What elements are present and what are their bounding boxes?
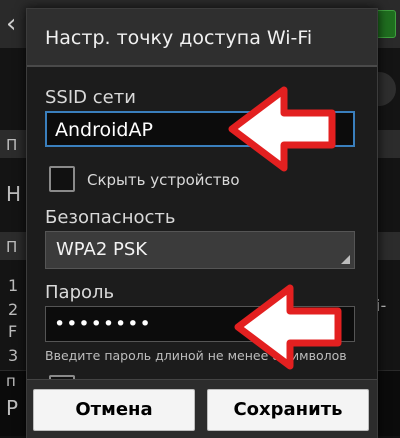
background-text: Р [6,396,19,420]
cancel-button[interactable]: Отмена [33,389,195,431]
dialog-button-bar: Отмена Сохранить [27,379,377,438]
hide-device-label: Скрыть устройство [87,171,240,189]
back-arrow-icon[interactable]: ‹ [6,10,24,38]
hide-device-checkbox[interactable] [49,166,75,192]
background-text: П [6,136,18,154]
background-text: 1 [8,276,19,295]
security-value: WPA2 PSK [56,239,148,260]
background-text: 2 [8,300,19,319]
dialog-title: Настр. точку доступа Wi-Fi [27,9,377,67]
security-label: Безопасность [45,207,176,228]
save-button[interactable]: Сохранить [207,389,369,431]
password-label: Пароль [45,282,115,303]
background-text: П [6,238,18,256]
background-text: Н [6,182,22,206]
dropdown-corner-icon [341,255,350,264]
background-text: п [6,372,16,390]
annotation-arrow-icon [234,284,342,370]
security-dropdown[interactable]: WPA2 PSK [45,231,355,269]
wifi-hotspot-dialog: Настр. точку доступа Wi-Fi SSID сети And… [26,8,378,438]
background-text: F [8,322,18,341]
ssid-label: SSID сети [45,87,136,108]
annotation-arrow-icon [228,86,336,172]
background-text: 3 [8,346,19,365]
